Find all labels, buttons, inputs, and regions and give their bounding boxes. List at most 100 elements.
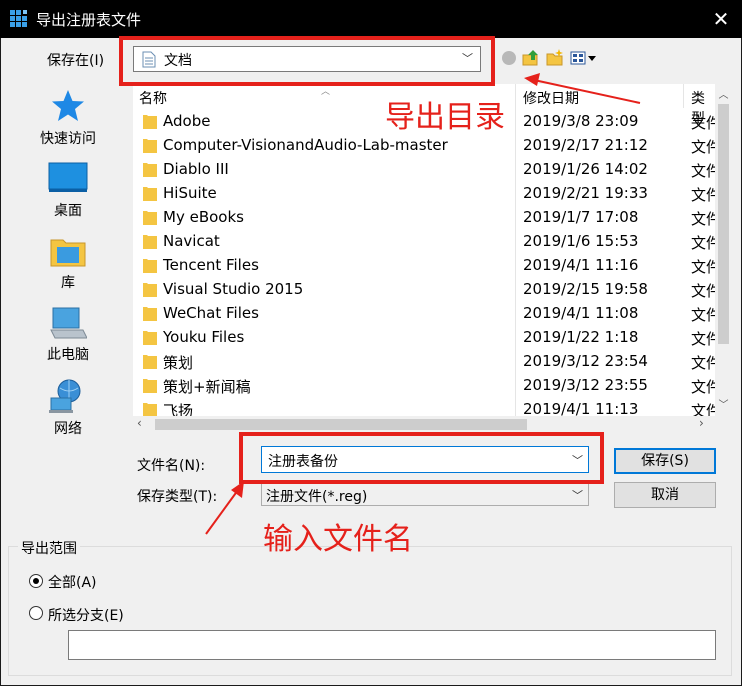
- export-range-title: 导出范围: [18, 538, 80, 558]
- folder-icon: [143, 355, 157, 369]
- table-row[interactable]: 飞扬 2019/4/1 11:13 文件: [133, 397, 715, 416]
- file-name-cell: Diablo III: [163, 160, 229, 178]
- table-row[interactable]: 策划+新闻稿 2019/3/12 23:55 文件: [133, 373, 715, 397]
- table-row[interactable]: WeChat Files 2019/4/1 11:08 文件: [133, 301, 715, 325]
- file-name-label: 文件名(N):: [137, 458, 206, 474]
- network-icon: [49, 379, 81, 413]
- branch-path-input[interactable]: [68, 630, 716, 660]
- file-type-cell: 文件: [691, 330, 715, 348]
- table-row[interactable]: Tencent Files 2019/4/1 11:16 文件: [133, 253, 715, 277]
- file-date-cell: 2019/4/1 11:08: [523, 304, 639, 322]
- file-type-select[interactable]: 注册文件(*.reg): [261, 483, 589, 506]
- folder-icon: [143, 379, 157, 393]
- file-date-cell: 2019/1/7 17:08: [523, 208, 639, 226]
- file-date-cell: 2019/4/1 11:13: [523, 400, 639, 416]
- folder-icon: [143, 259, 157, 273]
- annotation-box-filename: [239, 432, 604, 484]
- file-name-cell: 飞扬: [163, 402, 194, 416]
- file-name-cell: 策划: [163, 354, 194, 372]
- places-bar: 快速访问 桌面 库 此电脑 网络: [8, 80, 128, 526]
- radio-all-label[interactable]: 全部(A): [48, 572, 97, 592]
- scroll-right-icon[interactable]: ›: [699, 416, 704, 430]
- scroll-up-icon[interactable]: ︿: [715, 86, 732, 101]
- scroll-left-icon[interactable]: ‹: [137, 416, 142, 430]
- folder-icon: [143, 139, 157, 153]
- folder-icon: [143, 331, 157, 345]
- table-row[interactable]: HiSuite 2019/2/21 19:33 文件: [133, 181, 715, 205]
- scroll-thumb[interactable]: [718, 104, 729, 344]
- scroll-thumb[interactable]: [155, 419, 527, 430]
- file-type-cell: 文件: [691, 210, 715, 228]
- place-this-pc[interactable]: 此电脑: [8, 306, 128, 364]
- regedit-icon: [10, 10, 27, 27]
- table-row[interactable]: Youku Files 2019/1/22 1:18 文件: [133, 325, 715, 349]
- place-label: 此电脑: [47, 347, 89, 363]
- place-library[interactable]: 库: [8, 234, 128, 292]
- place-network[interactable]: 网络: [8, 378, 128, 438]
- table-row[interactable]: My eBooks 2019/1/7 17:08 文件: [133, 205, 715, 229]
- file-type-cell: 文件: [691, 402, 715, 416]
- file-name-cell: Navicat: [163, 232, 220, 250]
- place-label: 桌面: [54, 203, 82, 219]
- save-button[interactable]: 保存(S): [614, 448, 716, 474]
- star-icon: [52, 90, 84, 121]
- table-row[interactable]: Computer-VisionandAudio-Lab-master 2019/2…: [133, 133, 715, 157]
- chevron-down-icon[interactable]: ﹀: [572, 487, 583, 503]
- file-type-cell: 文件: [691, 114, 715, 132]
- place-quick-access[interactable]: 快速访问: [8, 88, 128, 148]
- table-row[interactable]: 策划 2019/3/12 23:54 文件: [133, 349, 715, 373]
- folder-icon: [143, 307, 157, 321]
- radio-all[interactable]: [29, 574, 43, 588]
- radio-branch[interactable]: [29, 606, 43, 620]
- file-type-cell: 文件: [691, 378, 715, 396]
- close-button[interactable]: ✕: [700, 0, 742, 38]
- annotation-filename-text: 输入文件名: [263, 522, 413, 557]
- save-in-label: 保存在(I): [47, 53, 105, 69]
- folder-icon: [143, 187, 157, 201]
- file-date-cell: 2019/1/6 15:53: [523, 232, 639, 250]
- file-date-cell: 2019/1/22 1:18: [523, 328, 639, 346]
- place-desktop[interactable]: 桌面: [8, 162, 128, 220]
- radio-selected-dot: [33, 578, 39, 584]
- table-row[interactable]: Navicat 2019/1/6 15:53 文件: [133, 229, 715, 253]
- folder-icon: [143, 115, 157, 129]
- file-date-cell: 2019/1/26 14:02: [523, 160, 648, 178]
- file-name-cell: Adobe: [163, 112, 211, 130]
- scroll-down-icon[interactable]: ﹀: [715, 396, 732, 411]
- column-divider: [683, 84, 684, 108]
- file-name-cell: Computer-VisionandAudio-Lab-master: [163, 136, 448, 154]
- new-folder-icon[interactable]: [546, 49, 564, 67]
- table-row[interactable]: Visual Studio 2015 2019/2/15 19:58 文件: [133, 277, 715, 301]
- file-name-cell: 策划+新闻稿: [163, 378, 251, 396]
- place-label: 网络: [54, 421, 82, 437]
- vertical-scrollbar[interactable]: ︿ ﹀: [715, 84, 732, 416]
- up-folder-icon[interactable]: [522, 49, 540, 67]
- file-name-cell: WeChat Files: [163, 304, 259, 322]
- folder-icon: [143, 403, 157, 416]
- file-date-cell: 2019/2/15 19:58: [523, 280, 648, 298]
- cancel-button[interactable]: 取消: [614, 482, 716, 508]
- column-header-name[interactable]: 名称: [139, 88, 167, 108]
- file-type-cell: 文件: [691, 258, 715, 276]
- file-type-cell: 文件: [691, 138, 715, 156]
- folder-icon: [143, 163, 157, 177]
- back-icon[interactable]: [502, 51, 516, 65]
- file-type-cell: 文件: [691, 186, 715, 204]
- title-bar: 导出注册表文件 ✕: [0, 0, 742, 38]
- file-name-cell: Tencent Files: [163, 256, 259, 274]
- annotation-directory-text: 导出目录: [385, 100, 505, 135]
- folder-icon: [143, 211, 157, 225]
- file-date-cell: 2019/4/1 11:16: [523, 256, 639, 274]
- file-name-cell: Youku Files: [163, 328, 245, 346]
- file-date-cell: 2019/3/8 23:09: [523, 112, 639, 130]
- computer-icon: [50, 307, 87, 339]
- place-label: 库: [61, 275, 75, 291]
- radio-branch-label[interactable]: 所选分支(E): [48, 605, 124, 625]
- folder-icon: [143, 283, 157, 297]
- file-date-cell: 2019/3/12 23:55: [523, 376, 648, 394]
- table-row[interactable]: Diablo III 2019/1/26 14:02 文件: [133, 157, 715, 181]
- view-menu-icon[interactable]: [570, 50, 598, 66]
- file-type-cell: 文件: [691, 282, 715, 300]
- file-type-cell: 文件: [691, 162, 715, 180]
- horizontal-scrollbar[interactable]: ‹ ›: [133, 416, 715, 433]
